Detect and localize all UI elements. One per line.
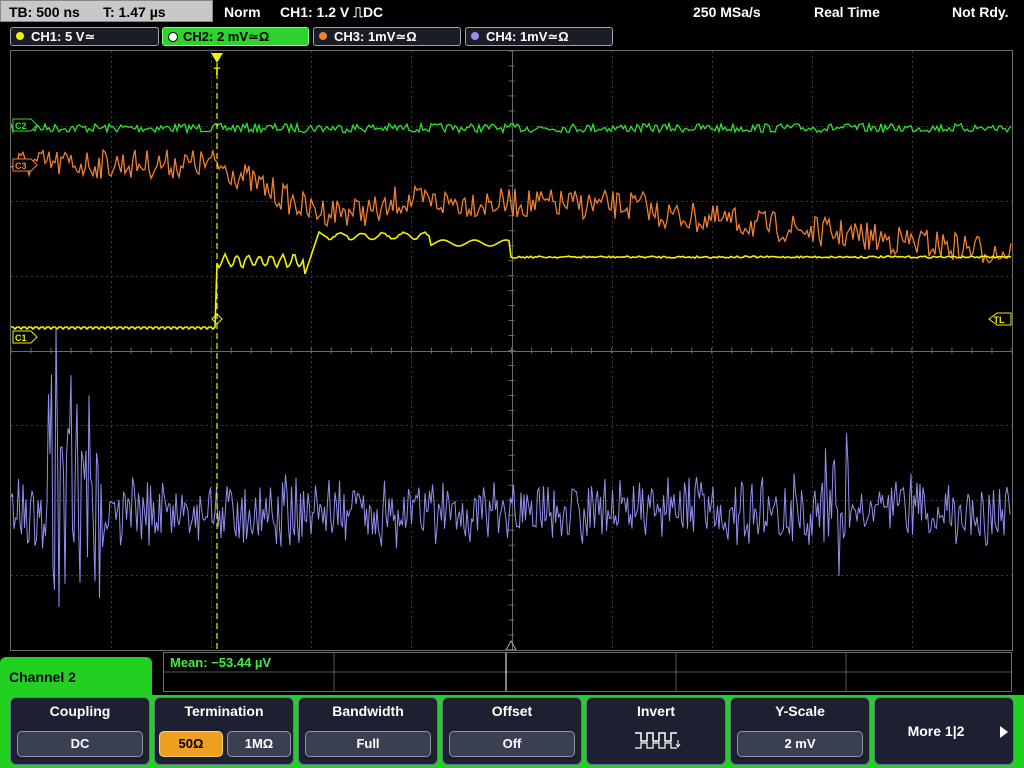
acquisition-state-label: Not Rdy.: [952, 4, 1009, 20]
acquisition-mode-label: Real Time: [814, 4, 880, 20]
ch3-reference-marker[interactable]: C3: [12, 158, 38, 172]
trigger-marker[interactable]: T: [211, 53, 223, 78]
ch3-tab-label: CH3: 1mV≃Ω: [334, 29, 417, 44]
offset-softkey[interactable]: Offset Off: [442, 697, 582, 765]
termination-50ohm-button[interactable]: 50Ω: [159, 731, 223, 757]
next-page-icon: [1000, 726, 1008, 738]
timebase-label: TB: 500 ns: [9, 4, 80, 20]
offset-title: Offset: [491, 703, 533, 719]
trigger-time-label: T: 1.47 µs: [103, 4, 166, 20]
ch4-tab-label: CH4: 1mV≃Ω: [486, 29, 569, 44]
trigger-mode-label: Norm: [224, 4, 261, 20]
yscale-softkey[interactable]: Y-Scale 2 mV: [730, 697, 870, 765]
yscale-title: Y-Scale: [775, 703, 825, 719]
trigger-setting-label: CH1: 1.2 V ⎍DC: [280, 4, 384, 20]
measurement-bar: Mean: −53.44 µV: [163, 652, 1012, 692]
bandwidth-title: Bandwidth: [332, 703, 404, 719]
coupling-value-button[interactable]: DC: [17, 731, 143, 757]
softkey-menu: Coupling DC Termination 50Ω 1MΩ Bandwidt…: [8, 697, 1016, 768]
tab-ch1[interactable]: CH1: 5 V≃: [10, 27, 159, 46]
yscale-value-button[interactable]: 2 mV: [737, 731, 863, 757]
tab-ch2[interactable]: CH2: 2 mV≃Ω: [162, 27, 309, 46]
coupling-title: Coupling: [49, 703, 111, 719]
channel-menu-title[interactable]: Channel 2: [0, 657, 152, 701]
termination-title: Termination: [184, 703, 264, 719]
coupling-softkey[interactable]: Coupling DC: [10, 697, 150, 765]
ch2-color-dot: [168, 32, 178, 42]
horizontal-position-icon: [505, 639, 517, 650]
ch1-reference-marker[interactable]: C1: [12, 330, 38, 344]
bandwidth-value-button[interactable]: Full: [305, 731, 431, 757]
bandwidth-softkey[interactable]: Bandwidth Full: [298, 697, 438, 765]
timebase-box[interactable]: TB: 500 ns T: 1.47 µs: [0, 0, 213, 22]
ch3-color-dot: [319, 32, 327, 40]
invert-softkey[interactable]: Invert: [586, 697, 726, 765]
ch2-reference-marker[interactable]: C2: [12, 118, 38, 132]
offset-value-button[interactable]: Off: [449, 731, 575, 757]
trigger-marker-icon: [211, 53, 223, 63]
waveform-canvas: T TL C1 C2 C3: [11, 51, 1012, 650]
mean-measurement: Mean: −53.44 µV: [170, 655, 272, 670]
termination-softkey[interactable]: Termination 50Ω 1MΩ: [154, 697, 294, 765]
channel-menu-title-label: Channel 2: [9, 669, 76, 685]
ch1-trace: [11, 230, 1012, 331]
ch2-trace: [11, 121, 1012, 136]
trigger-marker-label: T: [214, 66, 221, 78]
sample-rate-label: 250 MSa/s: [693, 4, 761, 20]
more-label: More 1|2: [907, 723, 965, 739]
ch1-color-dot: [16, 32, 24, 40]
ch2-ref-label: C2: [15, 121, 27, 131]
ch4-color-dot: [471, 32, 479, 40]
status-bar: TB: 500 ns T: 1.47 µs Norm CH1: 1.2 V ⎍D…: [0, 0, 1024, 24]
trigger-level-marker[interactable]: TL: [988, 312, 1012, 326]
waveform-display[interactable]: T TL C1 C2 C3: [10, 50, 1013, 651]
graticule-grid: [11, 51, 1012, 650]
tab-ch4[interactable]: CH4: 1mV≃Ω: [465, 27, 613, 46]
ch4-trace: [11, 327, 1011, 608]
termination-1mohm-button[interactable]: 1MΩ: [227, 731, 291, 757]
ch1-ref-label: C1: [15, 333, 27, 343]
measurement-grid: [164, 653, 1011, 691]
ch3-ref-label: C3: [15, 161, 27, 171]
ch1-tab-label: CH1: 5 V≃: [31, 29, 96, 44]
ch2-tab-label: CH2: 2 mV≃Ω: [183, 29, 270, 44]
invert-waveform-icon: [635, 732, 681, 749]
more-softkey[interactable]: More 1|2: [874, 697, 1014, 765]
tab-ch3[interactable]: CH3: 1mV≃Ω: [313, 27, 461, 46]
invert-title: Invert: [636, 703, 676, 719]
trigger-level-label: TL: [994, 315, 1005, 325]
channel-bar: CH1: 5 V≃ CH2: 2 mV≃Ω CH3: 1mV≃Ω CH4: 1m…: [0, 26, 1024, 48]
